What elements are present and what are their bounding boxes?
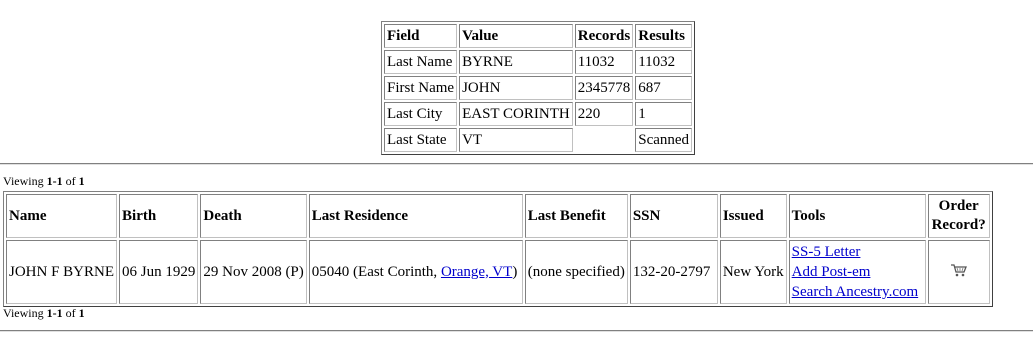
summary-value: EAST CORINTH: [459, 102, 573, 126]
search-summary-table: Field Value Records Results Last Name BY…: [381, 21, 696, 155]
viewing-count-bottom: Viewing 1-1 of 1: [3, 306, 85, 320]
summary-value: VT: [459, 128, 573, 152]
header-last-residence: Last Residence: [308, 194, 523, 238]
header-name: Name: [6, 194, 118, 238]
summary-records: 220: [574, 102, 634, 126]
summary-records: 2345778: [574, 76, 634, 100]
cell-name: JOHN F BYRNE: [6, 240, 118, 304]
summary-value: BYRNE: [459, 50, 573, 74]
shopping-cart-icon[interactable]: [950, 263, 968, 277]
summary-field: Last State: [384, 128, 458, 152]
summary-row-last-city: Last City EAST CORINTH 220 1: [384, 102, 693, 126]
summary-results: 1: [635, 102, 693, 126]
summary-header-records: Records: [574, 24, 634, 48]
summary-field: Last Name: [384, 50, 458, 74]
divider-top: [0, 163, 1033, 165]
results-header-row: Name Birth Death Last Residence Last Ben…: [6, 194, 990, 238]
summary-results: 687: [635, 76, 693, 100]
header-death: Death: [200, 194, 307, 238]
summary-row-first-name: First Name JOHN 2345778 687: [384, 76, 693, 100]
header-issued: Issued: [719, 194, 787, 238]
cell-issued: New York: [719, 240, 787, 304]
summary-records: 11032: [574, 50, 634, 74]
add-post-em-link[interactable]: Add Post-em: [792, 262, 923, 282]
results-table: Name Birth Death Last Residence Last Ben…: [3, 191, 993, 307]
cell-order-record: [927, 240, 990, 304]
ssdi-results-page: Field Value Records Results Last Name BY…: [0, 0, 1033, 339]
cell-death: 29 Nov 2008 (P): [200, 240, 307, 304]
cell-last-benefit: (none specified): [524, 240, 628, 304]
cell-last-residence: 05040 (East Corinth, Orange, VT): [308, 240, 523, 304]
summary-value: JOHN: [459, 76, 573, 100]
summary-results: Scanned: [635, 128, 693, 152]
summary-header-row: Field Value Records Results: [384, 24, 693, 48]
divider-bottom: [0, 330, 1033, 332]
summary-row-last-state: Last State VT Scanned: [384, 128, 693, 152]
summary-header-results: Results: [635, 24, 693, 48]
table-row: JOHN F BYRNE 06 Jun 1929 29 Nov 2008 (P)…: [6, 240, 990, 304]
ss5-letter-link[interactable]: SS-5 Letter: [792, 242, 923, 262]
header-order-record: Order Record?: [927, 194, 990, 238]
header-tools: Tools: [788, 194, 926, 238]
summary-results: 11032: [635, 50, 693, 74]
summary-field: Last City: [384, 102, 458, 126]
header-birth: Birth: [119, 194, 199, 238]
summary-field: First Name: [384, 76, 458, 100]
summary-header-field: Field: [384, 24, 458, 48]
summary-row-last-name: Last Name BYRNE 11032 11032: [384, 50, 693, 74]
header-ssn: SSN: [629, 194, 718, 238]
header-last-benefit: Last Benefit: [524, 194, 628, 238]
viewing-count-top: Viewing 1-1 of 1: [3, 174, 85, 188]
cell-birth: 06 Jun 1929: [119, 240, 199, 304]
cell-ssn: 132-20-2797: [629, 240, 718, 304]
summary-header-value: Value: [459, 24, 573, 48]
search-ancestry-link[interactable]: Search Ancestry.com: [792, 282, 923, 302]
cell-tools: SS-5 Letter Add Post-em Search Ancestry.…: [788, 240, 926, 304]
residence-location-link[interactable]: Orange, VT: [441, 264, 512, 280]
summary-records: [575, 128, 634, 152]
